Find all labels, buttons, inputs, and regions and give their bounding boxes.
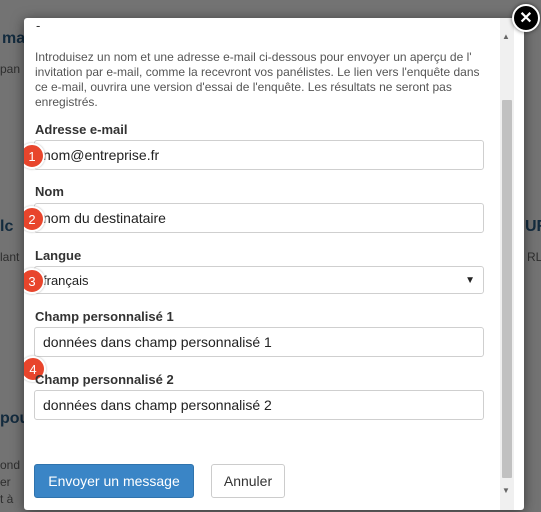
name-field[interactable]: nom du destinataire 2 bbox=[24, 203, 484, 233]
email-field[interactable]: nom@entreprise.fr 1 bbox=[24, 140, 484, 170]
custom-field-2-label: Champ personnalisé 2 bbox=[35, 372, 174, 387]
scroll-down-arrow-icon[interactable]: ▼ bbox=[502, 486, 510, 495]
dialog-intro-text: Introduisez un nom et une adresse e-mail… bbox=[35, 50, 480, 109]
email-value: nom@entreprise.fr bbox=[43, 147, 160, 163]
custom-field-1-input[interactable]: données dans champ personnalisé 1 bbox=[34, 327, 484, 357]
language-select[interactable]: français ▼ 3 bbox=[24, 266, 484, 294]
language-label: Langue bbox=[35, 248, 82, 263]
dialog-scrollbar[interactable]: ▲ ▼ bbox=[500, 18, 514, 510]
custom-field-2-input[interactable]: données dans champ personnalisé 2 bbox=[34, 390, 484, 420]
chevron-down-icon: ▼ bbox=[465, 274, 475, 286]
name-label: Nom bbox=[35, 184, 64, 199]
send-message-button[interactable]: Envoyer un message bbox=[34, 464, 194, 498]
custom-field-1-label: Champ personnalisé 1 bbox=[35, 309, 174, 324]
cancel-button[interactable]: Annuler bbox=[211, 464, 285, 498]
step-badge-1: 1 bbox=[24, 143, 45, 169]
preview-email-dialog: - Introduisez un nom et une adresse e-ma… bbox=[24, 18, 524, 510]
custom-field-2-value: données dans champ personnalisé 2 bbox=[43, 397, 272, 413]
close-icon[interactable]: ✕ bbox=[512, 4, 540, 32]
custom-field-1-value: données dans champ personnalisé 1 bbox=[43, 334, 272, 350]
scroll-up-arrow-icon[interactable]: ▲ bbox=[502, 32, 510, 41]
name-value: nom du destinataire bbox=[43, 210, 166, 226]
scrollbar-thumb[interactable] bbox=[502, 100, 512, 478]
step-badge-2: 2 bbox=[24, 206, 45, 232]
step-badge-3: 3 bbox=[24, 268, 45, 294]
email-label: Adresse e-mail bbox=[35, 122, 128, 137]
dialog-top-text: - bbox=[36, 18, 41, 33]
language-value: français bbox=[43, 272, 89, 288]
